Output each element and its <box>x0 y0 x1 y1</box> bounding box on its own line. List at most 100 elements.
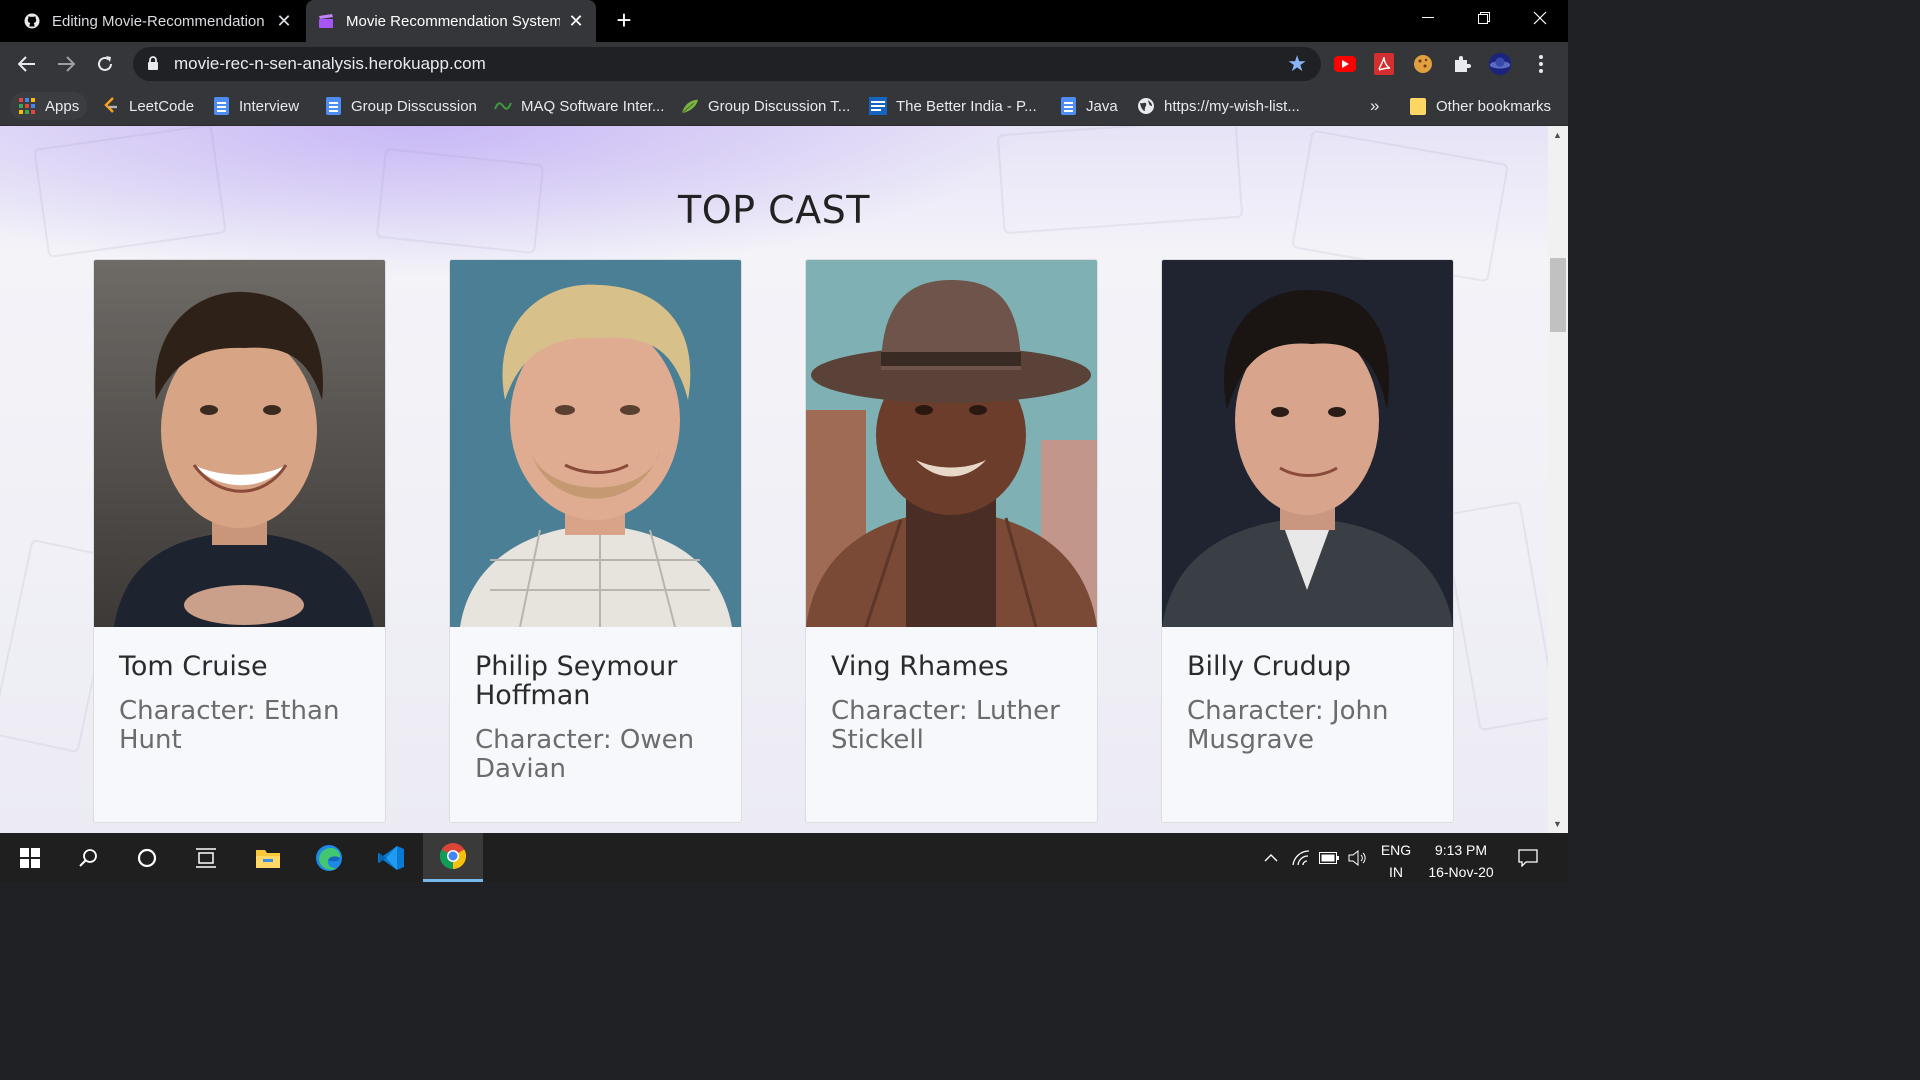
bookmarks-overflow-button[interactable]: » <box>1370 92 1379 120</box>
tab-editing-movie-recommendation[interactable]: Editing Movie-Recommendation ✕ <box>12 0 304 42</box>
new-tab-button[interactable]: + <box>612 6 636 34</box>
cast-photo <box>450 260 741 627</box>
bookmark-star-icon[interactable]: ★ <box>1287 52 1307 76</box>
tab-title: Editing Movie-Recommendation <box>52 12 265 30</box>
cookie-extension-icon[interactable] <box>1411 52 1435 76</box>
edge-browser-icon[interactable] <box>299 833 359 882</box>
cast-name: Philip Seymour Hoffman <box>475 651 678 711</box>
bookmark-label: Apps <box>45 97 80 115</box>
input-language-indicator[interactable]: ENG IN <box>1378 839 1414 883</box>
pdf-extension-icon[interactable] <box>1372 52 1396 76</box>
lock-icon <box>147 56 159 76</box>
wifi-icon[interactable] <box>1288 833 1314 882</box>
cast-character: Character: Ethan Hunt <box>119 696 340 755</box>
show-hidden-icons-chevron-icon[interactable] <box>1258 833 1284 882</box>
clock-date: 16-Nov-20 <box>1428 864 1494 880</box>
bookmark-label: The Better India - P... <box>896 97 1037 115</box>
scrollbar-thumb[interactable] <box>1550 258 1566 332</box>
volume-icon[interactable] <box>1345 833 1371 882</box>
bookmark-my-wish-list[interactable]: https://my-wish-list... <box>1137 92 1300 120</box>
start-button[interactable] <box>0 833 60 882</box>
bookmark-leetcode[interactable]: LeetCode <box>102 92 194 120</box>
bookmark-group-discussion-t[interactable]: Group Discussion T... <box>681 92 850 120</box>
page-viewport: TOP CAST Tom Cruise Character: Ethan Hun… <box>0 126 1548 833</box>
globe-icon <box>1137 97 1155 115</box>
cast-photo <box>94 260 385 627</box>
notifications-icon[interactable] <box>1510 833 1546 882</box>
language-code: ENG <box>1380 842 1412 858</box>
system-clock[interactable]: 9:13 PM 16-Nov-20 <box>1418 839 1504 883</box>
bookmark-label: Interview <box>239 97 300 115</box>
close-window-button[interactable] <box>1512 0 1568 36</box>
bookmark-label: Group Disscussion <box>351 97 477 115</box>
address-bar[interactable]: movie-rec-n-sen-analysis.herokuapp.com ★ <box>133 47 1321 81</box>
cast-character: Character: Owen Davian <box>475 725 695 784</box>
restore-window-button[interactable] <box>1456 0 1512 36</box>
close-tab-icon[interactable]: ✕ <box>568 12 584 30</box>
extensions-puzzle-icon[interactable] <box>1450 52 1474 76</box>
youtube-extension-icon[interactable] <box>1333 52 1357 76</box>
bookmark-label: LeetCode <box>129 97 195 115</box>
cast-name: Ving Rhames <box>831 651 1009 682</box>
tab-movie-recommendation-system[interactable]: Movie Recommendation System ✕ <box>306 0 596 42</box>
google-docs-icon <box>1059 97 1077 115</box>
scroll-down-arrow-icon[interactable]: ▼ <box>1553 819 1562 829</box>
bookmark-group-disscussion[interactable]: Group Disscussion <box>324 92 477 120</box>
cast-card-philip-seymour-hoffman[interactable]: Philip Seymour Hoffman Character: Owen D… <box>449 259 742 823</box>
apps-grid-icon <box>18 97 36 115</box>
other-bookmarks-folder[interactable]: Other bookmarks <box>1409 92 1551 120</box>
google-docs-icon <box>212 97 230 115</box>
tab-strip: Editing Movie-Recommendation ✕ Movie Rec… <box>0 0 1568 42</box>
tab-title: Movie Recommendation System <box>346 12 560 30</box>
browser-toolbar: movie-rec-n-sen-analysis.herokuapp.com ★ <box>0 42 1568 86</box>
bookmark-label: Java <box>1086 97 1118 115</box>
bookmark-interview[interactable]: Interview <box>212 92 299 120</box>
cast-photo <box>806 260 1097 627</box>
task-view-icon[interactable] <box>176 833 236 882</box>
reload-button[interactable] <box>91 50 119 78</box>
cast-card-tom-cruise[interactable]: Tom Cruise Character: Ethan Hunt <box>93 259 386 823</box>
cortana-icon[interactable] <box>117 833 177 882</box>
leaf-icon <box>681 97 699 115</box>
chrome-taskbar-icon[interactable] <box>423 833 483 882</box>
search-icon[interactable] <box>58 833 118 882</box>
google-docs-icon <box>324 97 342 115</box>
better-india-icon <box>869 97 887 115</box>
cast-character: Character: John Musgrave <box>1187 696 1389 755</box>
cast-name: Tom Cruise <box>119 651 268 682</box>
section-title-top-cast: TOP CAST <box>678 188 870 232</box>
profile-avatar[interactable] <box>1488 52 1512 76</box>
folder-icon <box>1409 97 1427 115</box>
background-poster-decoration <box>1441 500 1548 732</box>
bookmark-apps[interactable]: Apps <box>10 92 88 120</box>
chrome-menu-icon[interactable] <box>1529 52 1553 76</box>
scroll-up-arrow-icon[interactable]: ▲ <box>1553 130 1562 140</box>
region-code: IN <box>1389 864 1403 880</box>
bookmark-label: Other bookmarks <box>1436 97 1552 115</box>
url-text: movie-rec-n-sen-analysis.herokuapp.com <box>174 54 486 73</box>
vscode-icon[interactable] <box>361 833 421 882</box>
bookmark-label: Group Discussion T... <box>708 97 851 115</box>
maq-icon <box>494 97 512 115</box>
back-button[interactable] <box>13 50 41 78</box>
bookmark-maq-software[interactable]: MAQ Software Inter... <box>494 92 664 120</box>
cast-character: Character: Luther Stickell <box>831 696 1060 755</box>
leetcode-icon <box>102 97 120 115</box>
clapperboard-icon <box>318 13 334 29</box>
bookmark-java[interactable]: Java <box>1059 92 1118 120</box>
github-icon <box>24 13 40 29</box>
close-tab-icon[interactable]: ✕ <box>276 12 292 30</box>
battery-icon[interactable] <box>1316 833 1342 882</box>
cast-card-ving-rhames[interactable]: Ving Rhames Character: Luther Stickell <box>805 259 1098 823</box>
file-explorer-icon[interactable] <box>238 833 298 882</box>
bookmark-the-better-india[interactable]: The Better India - P... <box>869 92 1037 120</box>
cast-name: Billy Crudup <box>1187 651 1352 682</box>
bookmark-label: https://my-wish-list... <box>1164 97 1300 115</box>
page-scrollbar[interactable]: ▲ ▼ <box>1548 126 1568 833</box>
clock-time: 9:13 PM <box>1434 842 1488 858</box>
forward-button[interactable] <box>52 50 80 78</box>
cast-photo <box>1162 260 1453 627</box>
bookmark-label: MAQ Software Inter... <box>521 97 665 115</box>
minimize-window-button[interactable] <box>1400 0 1456 36</box>
cast-card-billy-crudup[interactable]: Billy Crudup Character: John Musgrave <box>1161 259 1454 823</box>
